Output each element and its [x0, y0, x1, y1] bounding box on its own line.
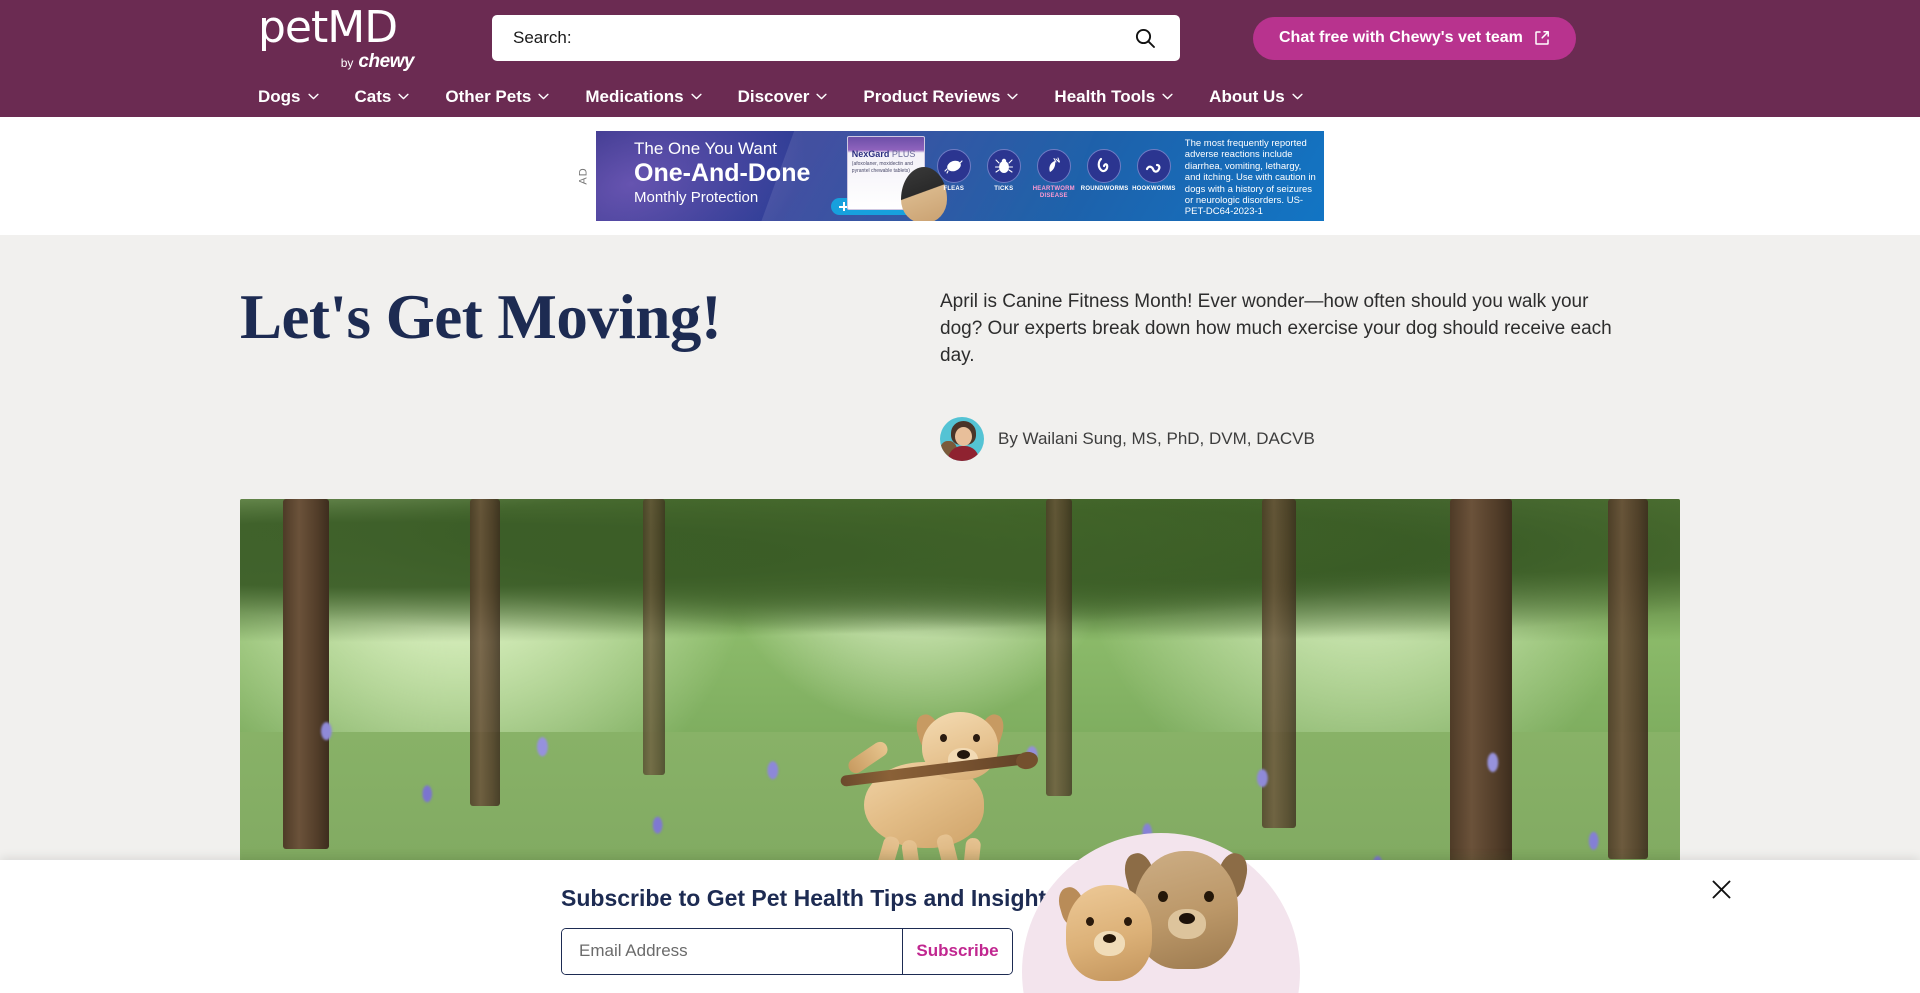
- ad-icon-fleas: FLEAS: [931, 149, 977, 193]
- advertisement-zone: AD The One You Want One-And-Done Monthly…: [0, 117, 1920, 235]
- search-submit-button[interactable]: [1132, 25, 1158, 51]
- flea-icon: [936, 149, 971, 183]
- ad-warning-text: The most frequently reported adverse rea…: [1184, 138, 1316, 218]
- nav-item-discover[interactable]: Discover: [738, 87, 828, 107]
- nav-label: About Us: [1209, 86, 1285, 106]
- hero-meta-column: April is Canine Fitness Month! Ever wond…: [940, 265, 1640, 461]
- chevron-down-icon: [1007, 93, 1019, 100]
- ad-banner-nexgard[interactable]: The One You Want One-And-Done Monthly Pr…: [596, 131, 1324, 221]
- logo-chewy-text: chewy: [358, 50, 414, 72]
- search-icon: [1135, 28, 1155, 48]
- search-input[interactable]: [492, 15, 1112, 61]
- nav-label: Dogs: [258, 86, 301, 106]
- logo-byline: by chewy: [258, 51, 418, 73]
- nav-label: Discover: [737, 86, 810, 106]
- product-subtitle: (afoxolaner, moxidectin and pyrantel che…: [851, 161, 913, 174]
- logo-by-text: by: [340, 55, 354, 70]
- subscribe-bar: Subscribe to Get Pet Health Tips and Ins…: [0, 833, 1920, 993]
- site-header: petMD by chewy Chat free with Chewy's ve…: [0, 0, 1920, 117]
- puppy-eye: [1086, 917, 1094, 926]
- roundworm-icon: [1086, 149, 1121, 183]
- chevron-down-icon: [1292, 93, 1303, 100]
- chevron-down-icon: [690, 93, 702, 100]
- page-title: Let's Get Moving!: [240, 282, 722, 352]
- page-root: petMD by chewy Chat free with Chewy's ve…: [0, 0, 1920, 993]
- nav-item-about-us[interactable]: About Us: [1209, 87, 1303, 107]
- avatar-face: [955, 426, 972, 446]
- ad-icon-ticks: TICKS: [981, 149, 1027, 193]
- subscribe-title: Subscribe to Get Pet Health Tips and Ins…: [561, 884, 1059, 911]
- subscribe-bar-inner: Subscribe to Get Pet Health Tips and Ins…: [0, 833, 1920, 993]
- tick-icon: [986, 149, 1021, 183]
- article-description: April is Canine Fitness Month! Ever wond…: [940, 291, 1612, 366]
- header-top-bar: petMD by chewy Chat free with Chewy's ve…: [0, 0, 1920, 76]
- nav-item-dogs[interactable]: Dogs: [258, 87, 319, 107]
- chat-vet-team-button[interactable]: Chat free with Chewy's vet team: [1253, 16, 1576, 60]
- chevron-down-icon: [398, 93, 409, 100]
- ad-label: AD: [577, 167, 590, 185]
- nav-item-other-pets[interactable]: Other Pets: [445, 87, 549, 107]
- nav-label: Medications: [585, 86, 684, 106]
- petmd-logo[interactable]: petMD by chewy: [258, 4, 418, 73]
- puppy-nose: [1103, 934, 1116, 943]
- puppy-eye: [1204, 891, 1214, 902]
- article-byline: By Wailani Sung, MS, PhD, DVM, DACVB: [940, 416, 1640, 461]
- ad-icon-roundworms: ROUNDWORMS: [1080, 149, 1129, 193]
- hero-text-row: Let's Get Moving! April is Canine Fitnes…: [0, 235, 1920, 461]
- chat-button-label: Chat free with Chewy's vet team: [1279, 29, 1523, 46]
- ad-icon-caption: HOOKWORMS: [1132, 186, 1176, 192]
- chevron-down-icon: [1162, 93, 1173, 100]
- chevron-down-icon: [538, 93, 549, 100]
- puppy-nose: [1179, 913, 1195, 924]
- nav-item-cats[interactable]: Cats: [355, 87, 410, 107]
- ad-headline-3: Monthly Protection: [634, 189, 759, 207]
- nav-item-medications[interactable]: Medications: [585, 86, 702, 107]
- subscribe-content: Subscribe to Get Pet Health Tips and Ins…: [561, 879, 1059, 975]
- heartworm-icon: [1036, 149, 1071, 183]
- dog-nose: [957, 749, 971, 759]
- external-link-icon: [1535, 31, 1549, 45]
- email-field[interactable]: [562, 928, 902, 974]
- ad-icon-caption: FLEAS: [943, 186, 965, 192]
- ad-headline-1: The One You Want: [634, 139, 778, 158]
- puppy-eye: [1158, 891, 1168, 902]
- ad-copy-block: The One You Want One-And-Done Monthly Pr…: [596, 131, 847, 221]
- ad-icon-caption: HEARTWORM DISEASE: [1032, 186, 1075, 200]
- subscribe-puppies-image: [1022, 833, 1300, 993]
- hookworm-icon: [1136, 149, 1171, 183]
- ad-icon-caption: ROUNDWORMS: [1080, 186, 1129, 192]
- product-name: NexGard PLUS: [851, 149, 916, 159]
- ad-icon-heartworm: HEARTWORM DISEASE: [1031, 149, 1077, 200]
- avatar-body: [948, 445, 979, 461]
- nav-label: Health Tools: [1054, 86, 1156, 106]
- main-navigation: Dogs Cats Other Pets Medications Discove…: [0, 76, 1920, 117]
- nav-label: Other Pets: [445, 86, 532, 106]
- avatar: [940, 416, 984, 461]
- search-box[interactable]: [492, 15, 1180, 61]
- logo-wordmark: petMD: [258, 1, 398, 53]
- nav-label: Cats: [354, 86, 392, 106]
- puppy-eye: [1124, 917, 1132, 926]
- close-subscribe-button[interactable]: [1706, 874, 1736, 904]
- subscribe-form: Subscribe: [561, 927, 1013, 975]
- author-name: By Wailani Sung, MS, PhD, DVM, DACVB: [998, 428, 1315, 448]
- ad-parasite-icons: FLEAS TICKS HEARTWORM DISEASE ROUNDWORMS…: [931, 131, 1177, 221]
- close-icon: [1712, 880, 1730, 898]
- chevron-down-icon: [816, 93, 828, 100]
- ad-icon-hookworms: HOOKWORMS: [1131, 149, 1177, 193]
- ad-product-package: NexGard PLUS (afoxolaner, moxidectin and…: [846, 136, 947, 221]
- subscribe-button[interactable]: Subscribe: [902, 928, 1012, 974]
- nav-label: Product Reviews: [863, 86, 1001, 106]
- nav-item-health-tools[interactable]: Health Tools: [1054, 87, 1173, 107]
- chevron-down-icon: [307, 93, 319, 100]
- hero-title-column: Let's Get Moving!: [240, 265, 940, 461]
- ad-headline-2: One-And-Done: [634, 158, 811, 187]
- ad-icon-caption: TICKS: [994, 186, 1014, 192]
- nav-item-product-reviews[interactable]: Product Reviews: [863, 86, 1019, 107]
